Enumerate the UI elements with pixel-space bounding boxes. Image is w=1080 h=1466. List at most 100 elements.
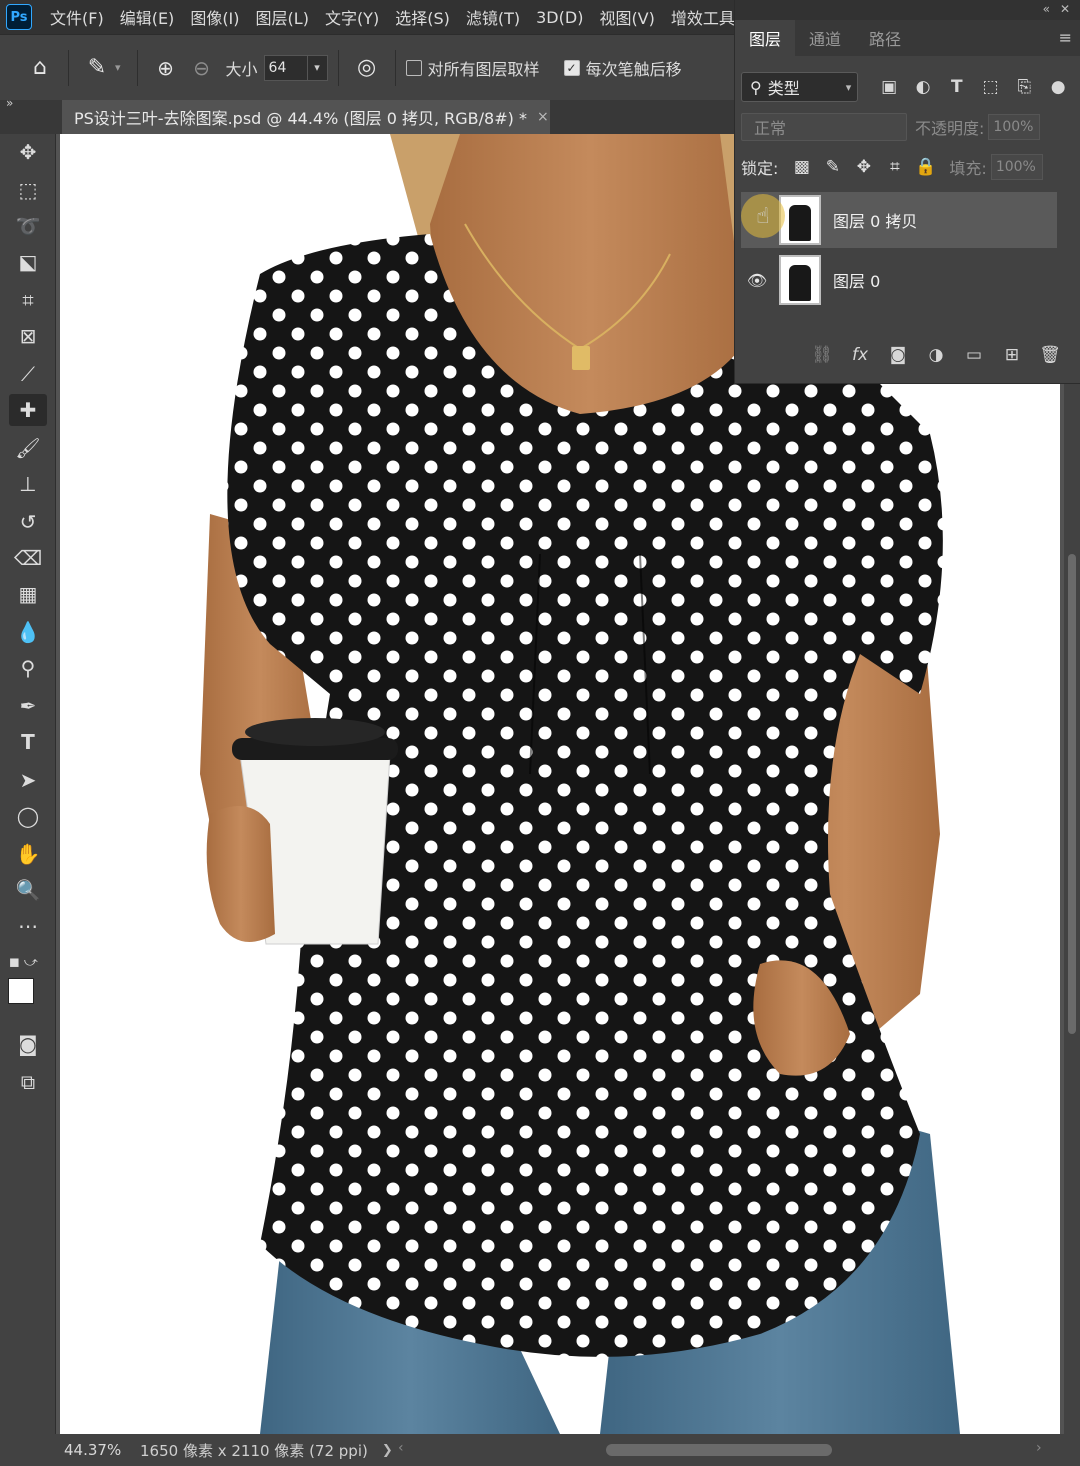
menu-layer[interactable]: 图层(L) bbox=[248, 5, 317, 29]
filter-kind-select[interactable]: ⚲ 类型 ▾ bbox=[741, 72, 859, 102]
visibility-eye-icon[interactable]: 👁 bbox=[741, 271, 773, 290]
coffee-cup-lid-top bbox=[245, 718, 385, 746]
foreground-color-swatch[interactable] bbox=[8, 978, 34, 1004]
layers-panel: « ✕ 图层 通道 路径 ≡ ⚲ 类型 ▾ ▣ ◐ T ⬚ ⎘ ● 正常 不透明… bbox=[734, 0, 1080, 384]
gradient-tool-icon[interactable]: ▦ bbox=[9, 578, 47, 610]
photoshop-window: Ps 文件(F) 编辑(E) 图像(I) 图层(L) 文字(Y) 选择(S) 滤… bbox=[0, 0, 1080, 1466]
menu-plugins[interactable]: 增效工具 bbox=[663, 5, 743, 29]
filter-toggle-icon[interactable]: ● bbox=[1041, 77, 1075, 97]
tool-preset-dropdown-icon[interactable]: ▾ bbox=[115, 61, 121, 74]
menu-filter[interactable]: 滤镜(T) bbox=[458, 5, 528, 29]
pixel-filter-icon[interactable]: ▣ bbox=[872, 77, 906, 97]
screen-mode-icon[interactable]: ⧉ bbox=[9, 1066, 47, 1098]
blur-tool-icon[interactable]: 💧 bbox=[9, 616, 47, 648]
history-brush-tool-icon[interactable]: ↺ bbox=[9, 506, 47, 538]
each-stroke-checkbox[interactable]: ✓ bbox=[563, 59, 580, 76]
smart-object-filter-icon[interactable]: ⎘ bbox=[1007, 77, 1041, 97]
adjustment-filter-icon[interactable]: ◐ bbox=[906, 77, 940, 97]
layer-row[interactable]: 👁 图层 0 bbox=[741, 252, 1057, 308]
healing-brush-icon[interactable]: ✎ bbox=[79, 50, 115, 86]
frame-tool-icon[interactable]: ⊠ bbox=[9, 320, 47, 352]
lock-pixels-icon[interactable]: ✎ bbox=[817, 157, 848, 177]
layer-row[interactable]: 图层 0 拷贝 bbox=[741, 192, 1057, 248]
adjustment-layer-icon[interactable]: ◑ bbox=[917, 345, 955, 365]
tab-paths[interactable]: 路径 bbox=[855, 20, 915, 56]
pen-tool-icon[interactable]: ✒ bbox=[9, 690, 47, 722]
path-select-tool-icon[interactable]: ➤ bbox=[9, 764, 47, 796]
close-tab-icon[interactable]: × bbox=[537, 109, 549, 125]
status-menu-arrow[interactable]: ❯ bbox=[382, 1443, 393, 1458]
home-icon[interactable]: ⌂ bbox=[22, 50, 58, 86]
add-mask-icon[interactable]: ◙ bbox=[879, 345, 917, 365]
app-logo: Ps bbox=[6, 4, 32, 30]
type-tool-icon[interactable]: T bbox=[9, 726, 47, 758]
vertical-scroll-thumb[interactable] bbox=[1068, 554, 1076, 1034]
document-tab[interactable]: PS设计三叶-去除图案.psd @ 44.4% (图层 0 拷贝, RGB/8#… bbox=[62, 100, 550, 134]
toolbar-collapse-icon[interactable]: » bbox=[6, 96, 13, 110]
panel-collapse-icon[interactable]: « bbox=[1043, 2, 1050, 16]
link-layers-icon[interactable]: ⛓ bbox=[803, 345, 841, 365]
fill-input[interactable]: 100% bbox=[990, 154, 1043, 180]
object-select-tool-icon[interactable]: ⬕ bbox=[9, 246, 47, 278]
new-layer-icon[interactable]: ⊞ bbox=[993, 345, 1031, 365]
dodge-tool-icon[interactable]: ⚲ bbox=[9, 652, 47, 684]
lock-transparency-icon[interactable]: ▩ bbox=[786, 157, 817, 177]
type-filter-icon[interactable]: T bbox=[940, 77, 974, 97]
marquee-tool-icon[interactable]: ⬚ bbox=[9, 174, 47, 206]
ellipse-tool-icon[interactable]: ◯ bbox=[9, 800, 47, 832]
lock-position-icon[interactable]: ✥ bbox=[848, 157, 879, 177]
panel-close-icon[interactable]: ✕ bbox=[1060, 2, 1070, 16]
scroll-right-icon[interactable]: › bbox=[1036, 1440, 1042, 1456]
tab-channels[interactable]: 通道 bbox=[795, 20, 855, 56]
menu-view[interactable]: 视图(V) bbox=[591, 5, 662, 29]
swap-colors-icon[interactable]: ◼ ⤻ bbox=[9, 946, 47, 978]
size-dropdown-icon[interactable]: ▾ bbox=[307, 54, 328, 81]
quick-mask-icon[interactable]: ◙ bbox=[9, 1028, 47, 1060]
divider bbox=[394, 49, 396, 86]
hand-tool-icon[interactable]: ✋ bbox=[9, 838, 47, 870]
lock-all-icon[interactable]: 🔒 bbox=[910, 157, 941, 177]
size-input[interactable]: 64 bbox=[263, 54, 308, 81]
necklace-pendant bbox=[572, 346, 590, 370]
opacity-input[interactable]: 100% bbox=[988, 114, 1041, 140]
panel-menu-icon[interactable]: ≡ bbox=[1059, 28, 1072, 47]
fill-label: 填充: bbox=[949, 159, 987, 178]
spot-healing-tool-icon[interactable]: ✚ bbox=[9, 394, 47, 426]
lock-artboard-icon[interactable]: ⌗ bbox=[879, 157, 910, 177]
eyedropper-tool-icon[interactable]: ⟋ bbox=[9, 358, 47, 390]
crop-tool-icon[interactable]: ⌗ bbox=[9, 284, 47, 316]
delete-layer-icon[interactable]: 🗑 bbox=[1031, 345, 1069, 365]
divider bbox=[68, 49, 69, 86]
fx-icon[interactable]: fx bbox=[841, 345, 879, 365]
each-stroke-label: 每次笔触后移 bbox=[585, 59, 682, 79]
move-tool-icon[interactable]: ✥ bbox=[9, 136, 47, 168]
panel-header-strip: « ✕ bbox=[735, 0, 1080, 20]
subtract-mode-icon[interactable]: ⊖ bbox=[184, 50, 220, 86]
menu-file[interactable]: 文件(F) bbox=[42, 5, 112, 29]
add-mode-icon[interactable]: ⊕ bbox=[148, 50, 184, 86]
sample-all-layers-checkbox[interactable] bbox=[405, 59, 422, 76]
scroll-left-icon[interactable]: ‹ bbox=[398, 1440, 404, 1456]
layer-name[interactable]: 图层 0 拷贝 bbox=[833, 208, 917, 232]
menu-select[interactable]: 选择(S) bbox=[387, 5, 458, 29]
size-label: 大小 bbox=[225, 59, 258, 79]
tab-layers[interactable]: 图层 bbox=[735, 20, 796, 56]
more-tools-icon[interactable]: ⋯ bbox=[9, 910, 47, 942]
zoom-tool-icon[interactable]: 🔍 bbox=[9, 874, 47, 906]
horizontal-scroll-thumb[interactable] bbox=[606, 1444, 832, 1456]
filter-kind-value: 类型 bbox=[767, 79, 800, 98]
new-group-icon[interactable]: ▭ bbox=[955, 345, 993, 365]
layer-name[interactable]: 图层 0 bbox=[833, 268, 880, 292]
menu-edit[interactable]: 编辑(E) bbox=[112, 5, 183, 29]
menu-3d[interactable]: 3D(D) bbox=[528, 8, 591, 27]
shape-filter-icon[interactable]: ⬚ bbox=[974, 77, 1008, 97]
diffusion-icon[interactable]: ◎ bbox=[349, 50, 385, 86]
menu-image[interactable]: 图像(I) bbox=[182, 5, 247, 29]
blend-mode-select[interactable]: 正常 bbox=[741, 113, 907, 141]
menu-type[interactable]: 文字(Y) bbox=[317, 5, 387, 29]
zoom-level[interactable]: 44.37% bbox=[64, 1441, 132, 1459]
brush-tool-icon[interactable]: 🖌 bbox=[9, 432, 47, 464]
lasso-tool-icon[interactable]: ➰ bbox=[9, 210, 47, 242]
eraser-tool-icon[interactable]: ⌫ bbox=[9, 542, 47, 574]
stamp-tool-icon[interactable]: ⊥ bbox=[9, 468, 47, 500]
